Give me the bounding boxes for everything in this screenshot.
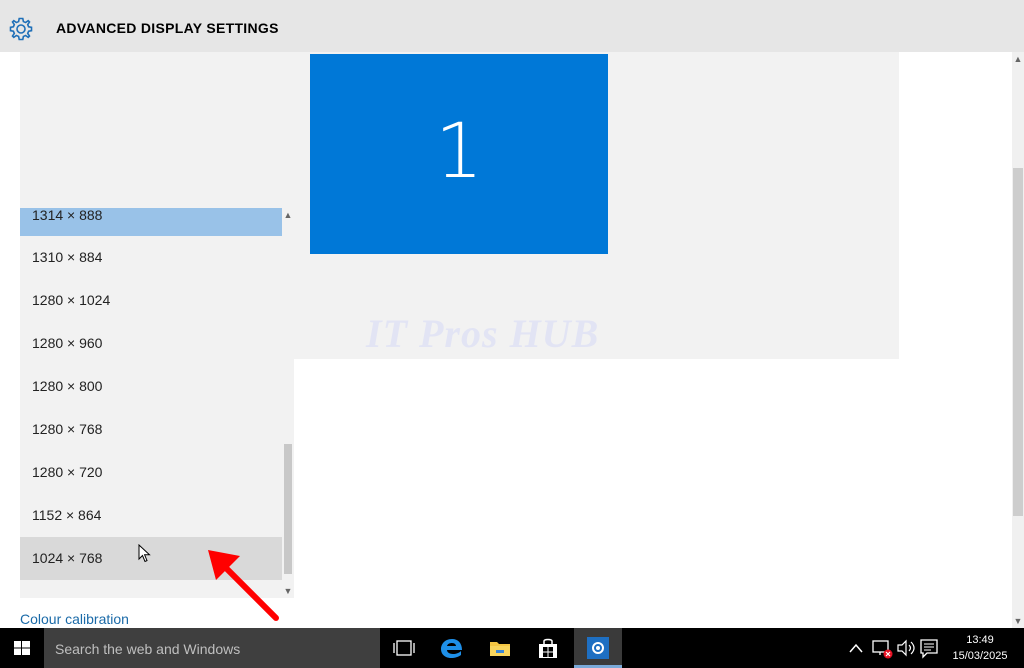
action-center-icon[interactable] xyxy=(918,628,940,668)
store-icon xyxy=(539,638,557,658)
settings-content: 1 IT Pros HUB 1314 × 888 1310 × 884 1280… xyxy=(0,52,1012,628)
scroll-down-icon[interactable]: ▼ xyxy=(1012,614,1024,628)
mouse-cursor-icon xyxy=(138,544,151,563)
clock-time: 13:49 xyxy=(966,634,994,646)
windows-logo-icon xyxy=(14,641,30,655)
monitor-number: 1 xyxy=(434,106,484,195)
taskbar-search-box[interactable]: Search the web and Windows xyxy=(44,628,380,668)
store-taskbar-button[interactable] xyxy=(524,628,572,668)
taskbar: Search the web and Windows 13:49 15/03/2… xyxy=(0,628,1024,668)
resolution-option[interactable]: 1314 × 888 xyxy=(20,208,282,236)
resolution-option[interactable]: 1152 × 864 xyxy=(20,494,282,537)
start-button[interactable] xyxy=(0,628,44,668)
settings-taskbar-button[interactable] xyxy=(574,628,622,668)
watermark: IT Pros HUB xyxy=(366,311,600,356)
resolution-option[interactable]: 1280 × 800 xyxy=(20,365,282,408)
edge-taskbar-button[interactable] xyxy=(428,628,476,668)
clock-date: 15/03/2025 xyxy=(952,650,1008,662)
task-view-icon xyxy=(393,640,415,656)
screen: ADVANCED DISPLAY SETTINGS 1 IT Pros HUB … xyxy=(0,0,1024,668)
taskbar-clock[interactable]: 13:49 15/03/2025 xyxy=(944,632,1016,664)
monitor-1-tile[interactable]: 1 xyxy=(310,54,608,254)
window-title: ADVANCED DISPLAY SETTINGS xyxy=(56,20,279,36)
resolution-option[interactable]: 1280 × 768 xyxy=(20,408,282,451)
file-explorer-icon xyxy=(490,642,510,656)
file-explorer-taskbar-button[interactable] xyxy=(476,628,524,668)
colour-calibration-link[interactable]: Colour calibration xyxy=(20,611,129,627)
scroll-up-icon[interactable]: ▲ xyxy=(282,208,294,222)
volume-icon[interactable] xyxy=(896,628,916,668)
gear-icon xyxy=(9,17,33,41)
title-bar: ADVANCED DISPLAY SETTINGS xyxy=(0,0,1024,52)
window-scroll-thumb[interactable] xyxy=(1013,168,1023,516)
resolution-option[interactable]: 1310 × 884 xyxy=(20,236,282,279)
resolution-option[interactable]: 1280 × 960 xyxy=(20,322,282,365)
red-arrow-annotation-icon xyxy=(208,550,279,621)
settings-icon xyxy=(587,637,609,659)
task-view-button[interactable] xyxy=(380,628,428,668)
search-placeholder: Search the web and Windows xyxy=(55,641,241,657)
network-disconnected-icon[interactable] xyxy=(870,628,894,668)
resolution-option[interactable]: 1280 × 720 xyxy=(20,451,282,494)
window-scrollbar[interactable]: ▲ ▼ xyxy=(1012,52,1024,628)
resolution-option[interactable]: 1280 × 1024 xyxy=(20,279,282,322)
chevron-up-icon[interactable] xyxy=(846,628,866,668)
scroll-up-icon[interactable]: ▲ xyxy=(1012,52,1024,66)
edge-icon xyxy=(441,639,462,658)
